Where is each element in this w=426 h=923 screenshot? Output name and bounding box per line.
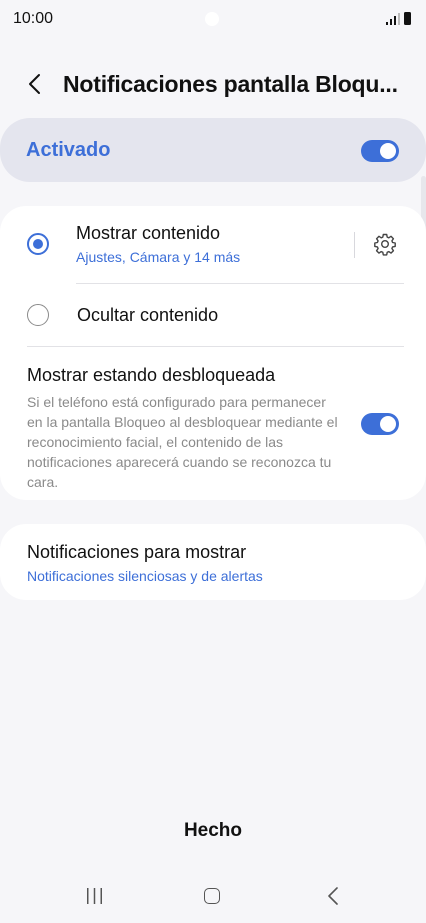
battery-icon <box>404 12 411 25</box>
radio-hide-content[interactable] <box>27 304 49 326</box>
show-unlocked-toggle[interactable] <box>361 413 399 435</box>
navigation-bar <box>0 880 426 923</box>
gear-icon[interactable] <box>373 232 397 256</box>
notifications-to-show-title: Notificaciones para mostrar <box>27 542 247 562</box>
divider <box>354 232 355 258</box>
notifications-to-show-row[interactable]: Notificaciones para mostrar Notificacion… <box>0 524 426 600</box>
camera-cutout <box>205 12 219 26</box>
page-title: Notificaciones pantalla Bloqu... <box>63 71 398 97</box>
status-time: 10:00 <box>13 10 54 27</box>
option-show-content-title: Mostrar contenido <box>76 223 221 243</box>
notifications-to-show-value: Notificaciones silenciosas y de alertas <box>27 568 263 584</box>
header: Notificaciones pantalla Bloqu... <box>0 60 426 110</box>
toggle-knob <box>380 143 396 159</box>
master-switch-label: Activado <box>26 139 111 161</box>
show-unlocked-title: Mostrar estando desbloqueada <box>27 365 276 385</box>
home-icon[interactable] <box>204 888 220 904</box>
toggle-knob <box>380 416 396 432</box>
nav-back-icon[interactable] <box>326 886 340 906</box>
radio-show-content[interactable] <box>27 233 49 255</box>
show-unlocked-description: Si el teléfono está configurado para per… <box>27 394 338 490</box>
divider <box>76 283 404 284</box>
option-hide-content-title: Ocultar contenido <box>77 305 219 325</box>
option-show-content-subtitle: Ajustes, Cámara y 14 más <box>76 249 241 265</box>
done-button[interactable]: Hecho <box>0 820 426 842</box>
recents-icon[interactable] <box>86 888 103 904</box>
status-bar: 10:00 <box>0 0 426 40</box>
signal-icon <box>386 13 400 25</box>
divider <box>27 346 404 347</box>
back-icon[interactable] <box>24 72 48 96</box>
master-toggle[interactable] <box>361 140 399 162</box>
